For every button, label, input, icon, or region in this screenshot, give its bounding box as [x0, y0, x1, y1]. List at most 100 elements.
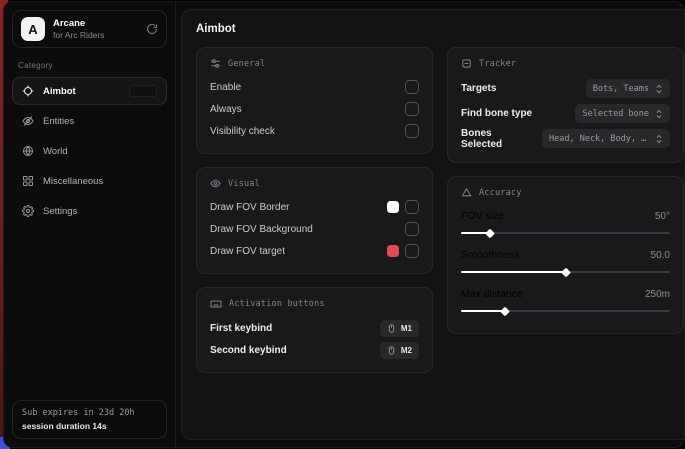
setting-label: Max distance: [461, 288, 523, 300]
setting-row-fov-border: Draw FOV Border: [210, 196, 419, 218]
sidebar-item-miscellaneous[interactable]: Miscellaneous: [12, 167, 167, 195]
main-wrap: Aimbot General: [176, 2, 685, 447]
visibility-check-checkbox[interactable]: [405, 124, 419, 138]
setting-row-first-keybind: First keybind M1: [210, 317, 419, 339]
sidebar-item-label: Entities: [43, 116, 74, 127]
refresh-icon[interactable]: [146, 23, 158, 35]
sub-expiry-text: Sub expires in 23d 20h: [22, 408, 157, 418]
setting-label: Smoothness: [461, 249, 519, 261]
left-column: General Enable Always Visibi: [196, 47, 433, 373]
fov-size-slider[interactable]: [461, 228, 670, 238]
card-title: General: [228, 59, 265, 69]
visual-card: Visual Draw FOV Border Draw FOV Back: [196, 167, 433, 274]
fov-border-color-swatch[interactable]: [387, 201, 399, 213]
right-column: Tracker Targets Bots, Teams: [447, 47, 684, 334]
tracker-card: Tracker Targets Bots, Teams: [447, 47, 684, 163]
setting-label: Bones Selected: [461, 128, 534, 150]
setting-value: 250m: [645, 289, 670, 300]
subscription-status: Sub expires in 23d 20h session duration …: [12, 400, 167, 439]
page-title: Aimbot: [196, 23, 684, 35]
setting-row-fov-background: Draw FOV Background: [210, 218, 419, 240]
find-bone-type-select[interactable]: Selected bone: [575, 104, 670, 123]
max-distance-slider[interactable]: [461, 306, 670, 316]
slider-fill: [461, 310, 505, 312]
fov-target-checkbox[interactable]: [405, 244, 419, 258]
setting-label: Targets: [461, 83, 496, 94]
sidebar-item-label: Aimbot: [43, 86, 76, 97]
setting-row-second-keybind: Second keybind M2: [210, 339, 419, 361]
main-panel: Aimbot General: [181, 9, 685, 440]
mouse-icon: [387, 324, 396, 333]
fov-target-color-swatch[interactable]: [387, 245, 399, 257]
mouse-icon: [387, 346, 396, 355]
setting-label: Visibility check: [210, 126, 275, 137]
card-title: Tracker: [479, 59, 516, 69]
category-label: Category: [18, 61, 161, 70]
card-title: Activation buttons: [229, 299, 325, 309]
session-duration-text: session duration 14s: [22, 421, 157, 431]
app-subtitle: for Arc Riders: [53, 30, 105, 40]
setting-row-enable: Enable: [210, 76, 419, 98]
eye-icon: [210, 178, 221, 189]
setting-label: Second keybind: [210, 345, 287, 356]
setting-label: FOV size: [461, 210, 504, 222]
setting-row-smoothness: Smoothness 50.0: [461, 244, 670, 283]
select-value: Bots, Teams: [593, 84, 649, 94]
eye-off-icon: [22, 115, 34, 127]
setting-row-find-bone-type: Find bone type Selected bone: [461, 101, 670, 126]
sidebar-item-aimbot[interactable]: Aimbot: [12, 77, 167, 105]
bones-selected-select[interactable]: Head, Neck, Body, Fe...: [542, 129, 670, 148]
setting-row-visibility-check: Visibility check: [210, 120, 419, 142]
card-title: Visual: [228, 179, 260, 189]
setting-row-fov-size: FOV size 50°: [461, 205, 670, 244]
setting-row-targets: Targets Bots, Teams: [461, 76, 670, 101]
aimbot-hotkey-badge: [129, 85, 157, 97]
slider-thumb[interactable]: [561, 267, 571, 277]
app-name: Arcane: [53, 18, 105, 29]
screen: A Arcane for Arc Riders Category: [0, 0, 685, 449]
setting-row-always: Always: [210, 98, 419, 120]
setting-value: 50.0: [651, 250, 670, 261]
globe-icon: [22, 145, 34, 157]
second-keybind-button[interactable]: M2: [380, 342, 419, 359]
app-window: A Arcane for Arc Riders Category: [3, 1, 685, 448]
sliders-icon: [210, 58, 221, 69]
setting-value: 50°: [655, 211, 670, 222]
fov-border-checkbox[interactable]: [405, 200, 419, 214]
select-value: Head, Neck, Body, Fe...: [549, 134, 649, 144]
app-logo: A: [21, 17, 45, 41]
setting-label: Draw FOV Border: [210, 202, 289, 213]
keyboard-icon: [210, 298, 222, 310]
select-value: Selected bone: [582, 109, 649, 119]
sidebar-item-world[interactable]: World: [12, 137, 167, 165]
setting-label: Draw FOV Background: [210, 224, 313, 235]
always-checkbox[interactable]: [405, 102, 419, 116]
setting-label: Draw FOV target: [210, 246, 285, 257]
setting-row-bones-selected: Bones Selected Head, Neck, Body, Fe...: [461, 126, 670, 151]
enable-checkbox[interactable]: [405, 80, 419, 94]
card-title: Accuracy: [479, 188, 522, 198]
general-card: General Enable Always Visibi: [196, 47, 433, 154]
crosshair-icon: [22, 85, 34, 97]
keybind-value: M1: [401, 324, 412, 333]
fov-background-checkbox[interactable]: [405, 222, 419, 236]
setting-label: Enable: [210, 82, 241, 93]
sidebar-item-settings[interactable]: Settings: [12, 197, 167, 225]
targets-select[interactable]: Bots, Teams: [586, 79, 670, 98]
setting-label: First keybind: [210, 323, 272, 334]
first-keybind-button[interactable]: M1: [380, 320, 419, 337]
activation-buttons-card: Activation buttons First keybind M1: [196, 287, 433, 373]
sidebar-nav: Aimbot Entities: [12, 77, 167, 225]
slider-thumb[interactable]: [500, 306, 510, 316]
smoothness-slider[interactable]: [461, 267, 670, 277]
sidebar-item-label: Settings: [43, 206, 77, 217]
sidebar-item-entities[interactable]: Entities: [12, 107, 167, 135]
chevron-up-down-icon: [655, 134, 663, 144]
triangle-icon: [461, 187, 472, 198]
slider-thumb[interactable]: [485, 228, 495, 238]
scan-box-icon: [461, 58, 472, 69]
keybind-value: M2: [401, 346, 412, 355]
sidebar-item-label: Miscellaneous: [43, 176, 103, 187]
grid-icon: [22, 175, 34, 187]
setting-label: Find bone type: [461, 108, 532, 119]
